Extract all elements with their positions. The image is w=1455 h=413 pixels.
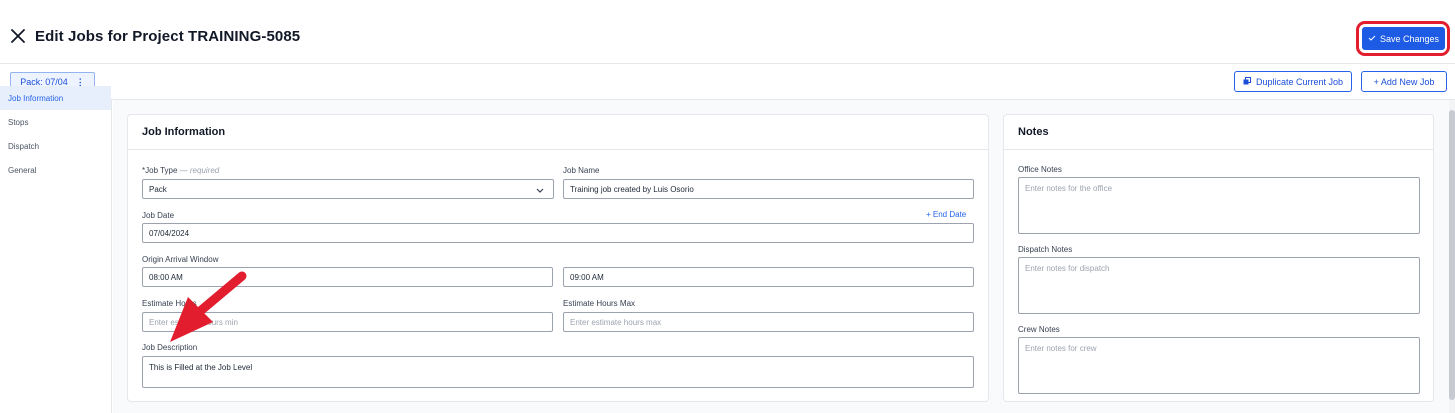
sidebar-item-job-information[interactable]: Job Information (0, 86, 111, 110)
duplicate-job-button[interactable]: Duplicate Current Job (1234, 71, 1352, 92)
sidebar-item-dispatch[interactable]: Dispatch (0, 134, 111, 158)
arrival-end-input[interactable]: 09:00 AM (563, 267, 974, 287)
notes-title: Notes (1018, 126, 1049, 138)
dispatch-notes-label: Dispatch Notes (1018, 245, 1073, 254)
page-title: Edit Jobs for Project TRAINING-5085 (35, 28, 301, 45)
notes-card: Notes Office Notes Enter notes for the o… (1003, 114, 1434, 402)
arrival-start-input[interactable]: 08:00 AM (142, 267, 553, 287)
job-type-value: Pack (149, 184, 167, 194)
sidebar-item-general[interactable]: General (0, 158, 111, 182)
office-notes-label: Office Notes (1018, 165, 1062, 174)
job-name-label: Job Name (563, 166, 600, 175)
save-changes-button[interactable]: Save Changes (1362, 27, 1445, 50)
job-information-card: Job Information *Job Type — required Pac… (127, 114, 989, 402)
duplicate-label: Duplicate Current Job (1255, 76, 1344, 87)
duplicate-icon (1243, 76, 1251, 87)
crew-notes-label: Crew Notes (1018, 325, 1060, 334)
divider (128, 149, 988, 150)
job-date-input[interactable]: 07/04/2024 (142, 223, 974, 243)
estimate-hours-max-label: Estimate Hours Max (563, 299, 636, 308)
arrival-window-label: Origin Arrival Window (142, 255, 219, 264)
job-type-label: *Job Type — required (142, 166, 219, 175)
job-description-label: Job Description (142, 343, 198, 352)
dispatch-notes-textarea[interactable]: Enter notes for dispatch (1018, 257, 1420, 314)
office-notes-textarea[interactable]: Enter notes for the office (1018, 177, 1420, 234)
header-bar: Edit Jobs for Project TRAINING-5085 Save… (0, 0, 1455, 64)
required-hint: — required (177, 166, 220, 175)
save-changes-label: Save Changes (1379, 33, 1440, 44)
scrollbar-thumb[interactable] (1449, 110, 1455, 400)
add-label: + Add New Job (1373, 76, 1435, 87)
job-information-title: Job Information (142, 126, 226, 138)
end-date-link[interactable]: + End Date (926, 210, 966, 219)
estimate-hours-max-input[interactable]: Enter estimate hours max (563, 312, 974, 332)
job-description-textarea[interactable]: This is Filled at the Job Level (142, 356, 974, 388)
estimate-hours-min-input[interactable]: Enter estimate hours min (142, 312, 553, 332)
job-name-input[interactable]: Training job created by Luis Osorio (563, 179, 974, 199)
job-type-label-text: *Job Type (142, 166, 178, 175)
section-sidebar: Job Information Stops Dispatch General (0, 86, 112, 413)
job-toolbar: Pack: 07/04 ⋮ Duplicate Current Job + Ad… (0, 64, 1455, 100)
crew-notes-textarea[interactable]: Enter notes for crew (1018, 337, 1420, 394)
estimate-hours-min-label: Estimate Hours (142, 299, 197, 308)
sidebar-item-stops[interactable]: Stops (0, 110, 111, 134)
chevron-down-icon (536, 188, 544, 193)
add-new-job-button[interactable]: + Add New Job (1361, 71, 1447, 92)
job-type-select[interactable]: Pack (142, 179, 554, 199)
divider (1004, 149, 1433, 150)
close-icon[interactable] (8, 26, 28, 46)
check-icon (1368, 34, 1376, 44)
job-date-label: Job Date (142, 211, 175, 220)
